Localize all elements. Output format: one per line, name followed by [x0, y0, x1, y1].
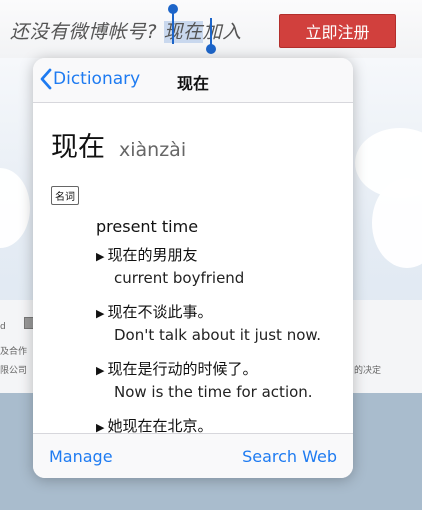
pinyin: xiànzài — [119, 139, 187, 161]
bullet-triangle-icon: ▶ — [96, 307, 105, 320]
example-english: current boyfriend — [114, 269, 245, 287]
selection-end-handle[interactable] — [206, 18, 216, 54]
bg-text: d — [0, 322, 6, 332]
example-chinese: 现在的男朋友 — [107, 246, 198, 264]
popover-header: Dictionary 现在 — [33, 58, 353, 103]
popover-title: 现在 — [176, 74, 209, 93]
prompt-join-text: 加入 — [202, 21, 242, 43]
sense-definition: present time — [96, 217, 199, 236]
headword: 现在 — [51, 132, 105, 163]
dictionary-popover: Dictionary 现在 现在 xiànzài 名词 present time… — [33, 58, 353, 478]
search-web-button[interactable]: Search Web — [242, 447, 337, 466]
dictionary-entry[interactable]: 现在 xiànzài 名词 present time ▶ 现在的男朋友 curre… — [33, 103, 353, 434]
example-english: Now is the time for action. — [114, 383, 313, 401]
bullet-triangle-icon: ▶ — [96, 364, 105, 377]
part-of-speech-badge: 名词 — [51, 186, 79, 205]
bg-text: 的决定 — [354, 366, 382, 376]
bg-text: 限公司 — [0, 366, 28, 376]
example-item: ▶ 现在的男朋友 current boyfriend — [96, 244, 335, 287]
example-chinese: 她现在在北京。 — [107, 417, 213, 434]
prompt-text: 还没有微博帐号? — [10, 21, 158, 43]
signup-prompt: 还没有微博帐号? 现在加入 — [10, 17, 242, 44]
example-english: Don't talk about it just now. — [114, 326, 322, 344]
register-button[interactable]: 立即注册 — [279, 14, 396, 48]
example-item: ▶ 现在不谈此事。 Don't talk about it just now. — [96, 301, 335, 344]
example-item: ▶ 她现在在北京。 — [96, 415, 335, 434]
bg-text: 及合作 — [0, 347, 28, 357]
example-item: ▶ 现在是行动的时候了。 Now is the time for action. — [96, 358, 335, 401]
selection-start-handle[interactable] — [168, 4, 178, 44]
popover-footer: Manage Search Web — [33, 433, 353, 478]
selected-text[interactable]: 现在 — [163, 21, 203, 43]
bullet-triangle-icon: ▶ — [96, 250, 105, 263]
example-chinese: 现在是行动的时候了。 — [107, 360, 258, 378]
example-chinese: 现在不谈此事。 — [107, 303, 213, 321]
headword-row: 现在 xiànzài — [51, 125, 335, 164]
manage-button[interactable]: Manage — [49, 447, 113, 466]
